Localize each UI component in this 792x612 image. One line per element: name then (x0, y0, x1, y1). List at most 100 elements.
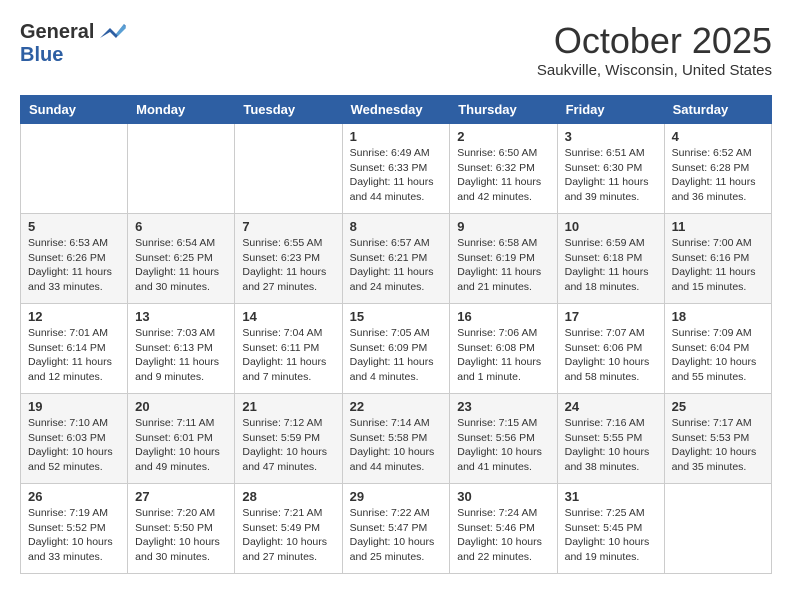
day-info: Sunrise: 6:53 AM Sunset: 6:26 PM Dayligh… (28, 236, 120, 295)
calendar-day-8: 8Sunrise: 6:57 AM Sunset: 6:21 PM Daylig… (342, 214, 450, 304)
day-info: Sunrise: 7:17 AM Sunset: 5:53 PM Dayligh… (672, 416, 764, 475)
day-number: 17 (565, 309, 657, 324)
location-subtitle: Saukville, Wisconsin, United States (537, 62, 772, 79)
calendar-day-13: 13 Sunrise: 7:03 AM Sunset: 6:13 PM Dayli… (128, 304, 235, 394)
logo-blue: Blue (20, 44, 63, 66)
calendar-week-row: 12 Sunrise: 7:01 AM Sunset: 6:14 PM Dayli… (21, 304, 772, 394)
day-number: 2 (457, 129, 549, 144)
calendar-day-25: 25 Sunrise: 7:17 AM Sunset: 5:53 PM Dayli… (664, 394, 771, 484)
calendar-day-29: 29Sunrise: 7:22 AM Sunset: 5:47 PM Dayli… (342, 484, 450, 574)
day-info: Sunrise: 6:50 AM Sunset: 6:32 PM Dayligh… (457, 146, 549, 205)
day-info: Sunrise: 6:55 AM Sunset: 6:23 PM Dayligh… (242, 236, 334, 295)
day-number: 5 (28, 219, 120, 234)
day-number: 22 (350, 399, 443, 414)
calendar-day-17: 17 Sunrise: 7:07 AM Sunset: 6:06 PM Dayli… (557, 304, 664, 394)
day-number: 7 (242, 219, 334, 234)
calendar-day-19: 19Sunrise: 7:10 AM Sunset: 6:03 PM Dayli… (21, 394, 128, 484)
calendar-day-30: 30 Sunrise: 7:24 AM Sunset: 5:46 PM Dayli… (450, 484, 557, 574)
day-info: Sunrise: 6:51 AM Sunset: 6:30 PM Dayligh… (565, 146, 657, 205)
day-number: 15 (350, 309, 443, 324)
day-number: 16 (457, 309, 549, 324)
logo: General Blue (20, 20, 126, 67)
day-info: Sunrise: 7:20 AM Sunset: 5:50 PM Dayligh… (135, 506, 227, 565)
day-info: Sunrise: 6:52 AM Sunset: 6:28 PM Dayligh… (672, 146, 764, 205)
day-number: 3 (565, 129, 657, 144)
day-info: Sunrise: 7:09 AM Sunset: 6:04 PM Dayligh… (672, 326, 764, 385)
day-info: Sunrise: 7:24 AM Sunset: 5:46 PM Dayligh… (457, 506, 549, 565)
calendar-day-7: 7 Sunrise: 6:55 AM Sunset: 6:23 PM Daylig… (235, 214, 342, 304)
calendar-day-empty (235, 124, 342, 214)
logo-bird-icon (96, 20, 126, 44)
calendar-day-1: 1Sunrise: 6:49 AM Sunset: 6:33 PM Daylig… (342, 124, 450, 214)
day-info: Sunrise: 7:07 AM Sunset: 6:06 PM Dayligh… (565, 326, 657, 385)
day-info: Sunrise: 7:03 AM Sunset: 6:13 PM Dayligh… (135, 326, 227, 385)
day-info: Sunrise: 6:57 AM Sunset: 6:21 PM Dayligh… (350, 236, 443, 295)
day-info: Sunrise: 7:00 AM Sunset: 6:16 PM Dayligh… (672, 236, 764, 295)
day-info: Sunrise: 6:59 AM Sunset: 6:18 PM Dayligh… (565, 236, 657, 295)
calendar-week-row: 19Sunrise: 7:10 AM Sunset: 6:03 PM Dayli… (21, 394, 772, 484)
calendar-day-empty (128, 124, 235, 214)
day-number: 18 (672, 309, 764, 324)
calendar-day-15: 15 Sunrise: 7:05 AM Sunset: 6:09 PM Dayli… (342, 304, 450, 394)
day-number: 13 (135, 309, 227, 324)
page-header: General Blue October 2025 Saukville, Wis… (20, 20, 772, 79)
day-number: 14 (242, 309, 334, 324)
day-number: 4 (672, 129, 764, 144)
weekday-header-thursday: Thursday (450, 96, 557, 124)
title-section: October 2025 Saukville, Wisconsin, Unite… (537, 20, 772, 79)
calendar-day-22: 22 Sunrise: 7:14 AM Sunset: 5:58 PM Dayli… (342, 394, 450, 484)
calendar-day-10: 10 Sunrise: 6:59 AM Sunset: 6:18 PM Dayli… (557, 214, 664, 304)
day-number: 12 (28, 309, 120, 324)
calendar-day-23: 23Sunrise: 7:15 AM Sunset: 5:56 PM Dayli… (450, 394, 557, 484)
day-number: 11 (672, 219, 764, 234)
day-number: 19 (28, 399, 120, 414)
calendar-day-28: 28 Sunrise: 7:21 AM Sunset: 5:49 PM Dayli… (235, 484, 342, 574)
weekday-header-saturday: Saturday (664, 96, 771, 124)
day-info: Sunrise: 7:21 AM Sunset: 5:49 PM Dayligh… (242, 506, 334, 565)
calendar-day-11: 11 Sunrise: 7:00 AM Sunset: 6:16 PM Dayli… (664, 214, 771, 304)
day-number: 20 (135, 399, 227, 414)
day-number: 25 (672, 399, 764, 414)
weekday-header-wednesday: Wednesday (342, 96, 450, 124)
day-number: 28 (242, 489, 334, 504)
day-info: Sunrise: 7:06 AM Sunset: 6:08 PM Dayligh… (457, 326, 549, 385)
day-info: Sunrise: 7:01 AM Sunset: 6:14 PM Dayligh… (28, 326, 120, 385)
calendar-day-empty (664, 484, 771, 574)
calendar-table: SundayMondayTuesdayWednesdayThursdayFrid… (20, 95, 772, 574)
day-info: Sunrise: 7:04 AM Sunset: 6:11 PM Dayligh… (242, 326, 334, 385)
day-info: Sunrise: 7:25 AM Sunset: 5:45 PM Dayligh… (565, 506, 657, 565)
weekday-header-monday: Monday (128, 96, 235, 124)
weekday-header-row: SundayMondayTuesdayWednesdayThursdayFrid… (21, 96, 772, 124)
day-number: 27 (135, 489, 227, 504)
day-info: Sunrise: 6:54 AM Sunset: 6:25 PM Dayligh… (135, 236, 227, 295)
weekday-header-friday: Friday (557, 96, 664, 124)
weekday-header-sunday: Sunday (21, 96, 128, 124)
month-title: October 2025 (537, 20, 772, 62)
calendar-day-27: 27 Sunrise: 7:20 AM Sunset: 5:50 PM Dayli… (128, 484, 235, 574)
calendar-day-12: 12 Sunrise: 7:01 AM Sunset: 6:14 PM Dayli… (21, 304, 128, 394)
day-info: Sunrise: 7:11 AM Sunset: 6:01 PM Dayligh… (135, 416, 227, 475)
calendar-day-3: 3 Sunrise: 6:51 AM Sunset: 6:30 PM Daylig… (557, 124, 664, 214)
calendar-day-24: 24 Sunrise: 7:16 AM Sunset: 5:55 PM Dayli… (557, 394, 664, 484)
calendar-day-4: 4 Sunrise: 6:52 AM Sunset: 6:28 PM Daylig… (664, 124, 771, 214)
calendar-day-5: 5 Sunrise: 6:53 AM Sunset: 6:26 PM Daylig… (21, 214, 128, 304)
day-info: Sunrise: 7:05 AM Sunset: 6:09 PM Dayligh… (350, 326, 443, 385)
calendar-day-9: 9Sunrise: 6:58 AM Sunset: 6:19 PM Daylig… (450, 214, 557, 304)
calendar-week-row: 5 Sunrise: 6:53 AM Sunset: 6:26 PM Daylig… (21, 214, 772, 304)
day-number: 31 (565, 489, 657, 504)
day-number: 30 (457, 489, 549, 504)
calendar-day-18: 18 Sunrise: 7:09 AM Sunset: 6:04 PM Dayli… (664, 304, 771, 394)
day-info: Sunrise: 7:19 AM Sunset: 5:52 PM Dayligh… (28, 506, 120, 565)
logo-general: General (20, 21, 94, 44)
day-info: Sunrise: 7:12 AM Sunset: 5:59 PM Dayligh… (242, 416, 334, 475)
day-info: Sunrise: 7:16 AM Sunset: 5:55 PM Dayligh… (565, 416, 657, 475)
day-info: Sunrise: 7:14 AM Sunset: 5:58 PM Dayligh… (350, 416, 443, 475)
day-number: 1 (350, 129, 443, 144)
day-number: 23 (457, 399, 549, 414)
calendar-day-20: 20 Sunrise: 7:11 AM Sunset: 6:01 PM Dayli… (128, 394, 235, 484)
day-number: 24 (565, 399, 657, 414)
day-number: 29 (350, 489, 443, 504)
calendar-week-row: 1Sunrise: 6:49 AM Sunset: 6:33 PM Daylig… (21, 124, 772, 214)
day-number: 10 (565, 219, 657, 234)
day-number: 9 (457, 219, 549, 234)
